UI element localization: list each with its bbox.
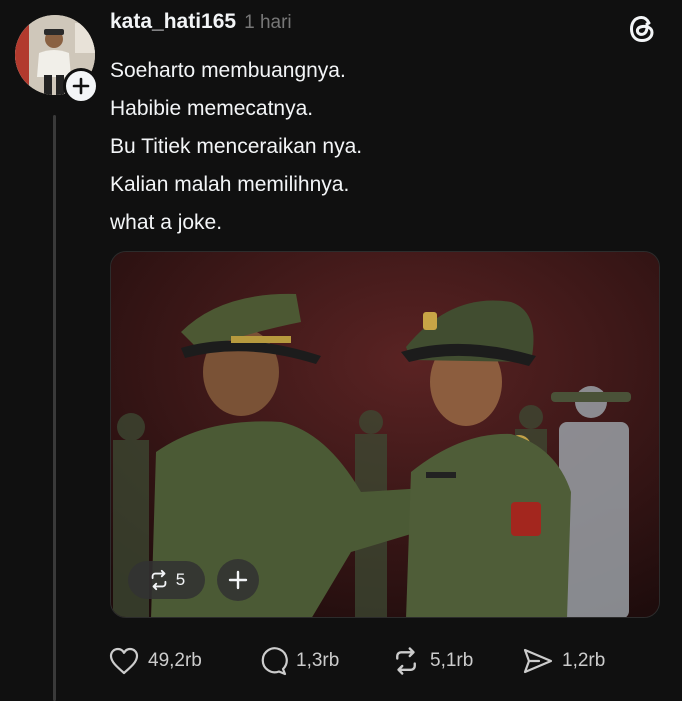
share-count: 1,2rb xyxy=(562,650,606,671)
caption-line: Soeharto membuangnya. xyxy=(110,59,346,82)
post-header: kata_hati165 1 hari xyxy=(110,10,292,34)
plus-icon xyxy=(228,570,248,590)
thread-line xyxy=(53,115,56,701)
follow-button[interactable] xyxy=(63,68,99,104)
like-button[interactable]: 49,2rb xyxy=(108,644,202,678)
repost-count: 5,1rb xyxy=(430,650,474,671)
repost-icon xyxy=(151,569,167,591)
media-repost-badge[interactable]: 5 xyxy=(128,561,205,599)
send-icon xyxy=(523,648,553,674)
username[interactable]: kata_hati165 xyxy=(110,10,236,34)
threads-logo-icon[interactable] xyxy=(625,12,659,46)
caption-line: Kalian malah memilihnya. xyxy=(110,173,350,196)
post-caption: Soeharto membuangnya. Habibie memecatnya… xyxy=(110,52,362,242)
post-time: 1 hari xyxy=(244,12,292,33)
caption-line: Bu Titiek menceraikan nya. xyxy=(110,135,363,158)
repost-button[interactable]: 5,1rb xyxy=(390,644,473,678)
like-count: 49,2rb xyxy=(148,650,202,671)
caption-line: Habibie memecatnya. xyxy=(110,97,314,120)
share-button[interactable]: 1,2rb xyxy=(522,644,605,678)
comment-icon xyxy=(261,647,288,676)
caption-line: what a joke. xyxy=(110,211,223,234)
heart-icon xyxy=(109,647,139,675)
media-repost-count: 5 xyxy=(175,570,186,589)
reply-button[interactable]: 1,3rb xyxy=(258,644,339,678)
media-add-button[interactable] xyxy=(217,559,259,601)
plus-icon xyxy=(72,77,90,95)
repost-icon xyxy=(396,647,416,675)
reply-count: 1,3rb xyxy=(296,650,340,671)
